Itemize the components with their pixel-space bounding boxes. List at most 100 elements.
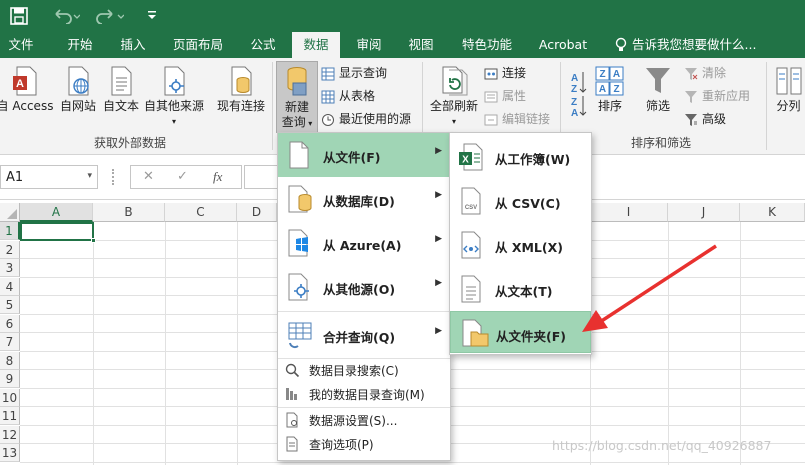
row-header[interactable]: 7 — [0, 333, 20, 351]
save-icon[interactable] — [10, 7, 28, 28]
tab-data[interactable]: 数据 — [292, 32, 340, 58]
existing-connections-icon — [231, 66, 252, 96]
menu-item-combine-queries[interactable]: 合并查询(Q) ▶ — [278, 313, 450, 357]
row-header[interactable]: 6 — [0, 314, 20, 333]
group-separator — [272, 62, 273, 150]
from-text-button[interactable]: 自文本 — [100, 66, 142, 114]
chevron-down-icon: ▾ — [451, 117, 456, 126]
filter-icon — [646, 68, 670, 93]
new-query-button[interactable]: 新建 查询 ▾ — [276, 61, 318, 133]
row-header[interactable]: 2 — [0, 240, 20, 259]
fill-handle[interactable] — [91, 238, 96, 243]
select-all-button[interactable] — [0, 203, 20, 222]
combine-queries-icon — [288, 322, 312, 349]
column-header[interactable]: J — [668, 203, 740, 222]
group-label-external-data: 获取外部数据 — [93, 136, 166, 150]
customize-icon[interactable] — [146, 9, 158, 24]
from-access-button[interactable]: A 自 Access — [0, 66, 56, 114]
row-header[interactable]: 12 — [0, 425, 20, 444]
text-to-columns-button[interactable]: 分列 — [772, 66, 805, 114]
menu-item-from-folder[interactable]: 从文件夹(F) — [450, 311, 591, 353]
column-header[interactable]: D — [237, 203, 277, 222]
redo-icon[interactable] — [96, 8, 125, 27]
tab-acrobat[interactable]: Acrobat — [530, 32, 596, 58]
from-table-button[interactable]: 从表格 — [321, 86, 375, 107]
cancel-icon[interactable]: ✕ — [143, 169, 154, 184]
menu-item-from-text[interactable]: 从文本(T) — [450, 267, 591, 311]
menu-item-from-other-sources[interactable]: 从其他源(O) ▶ — [278, 265, 450, 309]
menu-item-from-xml[interactable]: 从 XML(X) — [450, 223, 591, 267]
watermark-text: https://blog.csdn.net/qq_40926887 — [552, 438, 772, 453]
chevron-down-icon: ▾ — [305, 119, 313, 128]
csv-file-icon: CSV — [461, 187, 481, 215]
row-header[interactable]: 5 — [0, 296, 20, 314]
row-header[interactable]: 4 — [0, 277, 20, 296]
menu-item-data-catalog-search[interactable]: 数据目录搜索(C) — [278, 359, 450, 381]
menu-item-my-catalog-queries[interactable]: 我的数据目录查询(M) — [278, 383, 450, 405]
tab-special[interactable]: 特色功能 — [454, 32, 520, 58]
tab-file[interactable]: 文件 — [0, 32, 42, 58]
enter-icon[interactable]: ✓ — [177, 169, 188, 184]
advanced-filter-button[interactable]: 高级 — [684, 109, 726, 130]
clear-filter-button[interactable]: 清除 — [684, 63, 726, 84]
row-header[interactable]: 10 — [0, 388, 20, 407]
tab-review[interactable]: 审阅 — [346, 32, 392, 58]
other-sources-icon — [288, 273, 309, 301]
column-header[interactable]: I — [590, 203, 668, 222]
tab-view[interactable]: 视图 — [398, 32, 444, 58]
lightbulb-icon — [614, 37, 628, 56]
tab-formulas[interactable]: 公式 — [240, 32, 286, 58]
catalog-queries-icon — [286, 388, 297, 400]
chevron-right-icon: ▶ — [435, 326, 442, 336]
menu-item-from-workbook[interactable]: X 从工作簿(W) — [450, 135, 591, 179]
column-header[interactable]: K — [740, 203, 805, 222]
column-gridline — [237, 222, 238, 465]
clear-filter-icon — [685, 67, 698, 80]
recent-sources-button[interactable]: 最近使用的源 — [321, 109, 411, 130]
row-header[interactable]: 8 — [0, 351, 20, 370]
row-header[interactable]: 11 — [0, 407, 20, 425]
row-header[interactable]: 13 — [0, 444, 20, 462]
from-other-button[interactable]: 自其他来源 ▾ — [142, 66, 206, 129]
existing-connections-button[interactable]: 现有连接 — [212, 66, 270, 114]
row-header[interactable]: 9 — [0, 370, 20, 388]
text-to-columns-icon — [776, 67, 801, 95]
menu-item-from-database[interactable]: 从数据库(D) ▶ — [278, 177, 450, 221]
undo-icon[interactable] — [52, 8, 81, 27]
menu-item-from-csv[interactable]: CSV 从 CSV(C) — [450, 179, 591, 223]
properties-button[interactable]: 属性 — [484, 86, 526, 107]
active-cell-a1[interactable] — [20, 222, 96, 243]
sort-button[interactable]: ZAAZ 排序 — [592, 66, 628, 114]
name-box[interactable]: A1 ▾ — [0, 165, 98, 189]
tab-insert[interactable]: 插入 — [108, 32, 158, 58]
from-file-submenu: X 从工作簿(W) CSV 从 CSV(C) 从 XML(X) 从文本(T) 从… — [449, 132, 592, 355]
splitter-handle[interactable] — [112, 169, 116, 185]
from-web-button[interactable]: 自网站 — [56, 66, 100, 114]
show-queries-button[interactable]: 显示查询 — [321, 63, 387, 84]
column-gridline — [93, 222, 94, 465]
globe-icon — [68, 66, 89, 96]
filter-button[interactable]: 筛选 — [640, 66, 676, 114]
insert-function-icon[interactable]: fx — [213, 169, 222, 185]
formula-buttons: ✕ ✓ fx — [130, 165, 242, 189]
table-icon — [321, 90, 335, 103]
menu-item-query-options[interactable]: 查询选项(P) — [278, 433, 450, 455]
svg-text:A: A — [599, 84, 606, 95]
column-header[interactable]: B — [93, 203, 165, 222]
reapply-button[interactable]: 重新应用 — [684, 86, 750, 107]
tab-page-layout[interactable]: 页面布局 — [166, 32, 230, 58]
edit-links-button[interactable]: 编辑链接 — [484, 109, 550, 130]
row-header[interactable]: 1 — [0, 222, 20, 240]
tab-home[interactable]: 开始 — [55, 32, 105, 58]
column-header[interactable]: C — [165, 203, 237, 222]
menu-item-from-azure[interactable]: 从 Azure(A) ▶ — [278, 221, 450, 265]
sort-ascending-button[interactable]: AZZA — [570, 70, 588, 119]
connections-button[interactable]: 连接 — [484, 63, 526, 84]
chevron-down-icon[interactable]: ▾ — [87, 171, 92, 181]
menu-item-from-file[interactable]: 从文件(F) ▶ — [278, 133, 450, 177]
refresh-all-button[interactable]: 全部刷新 ▾ — [427, 66, 481, 129]
menu-item-data-source-settings[interactable]: 数据源设置(S)... — [278, 409, 450, 431]
tell-me-box[interactable]: 告诉我您想要做什么... — [632, 32, 762, 58]
row-header[interactable]: 3 — [0, 259, 20, 277]
column-header[interactable]: A — [20, 203, 93, 222]
